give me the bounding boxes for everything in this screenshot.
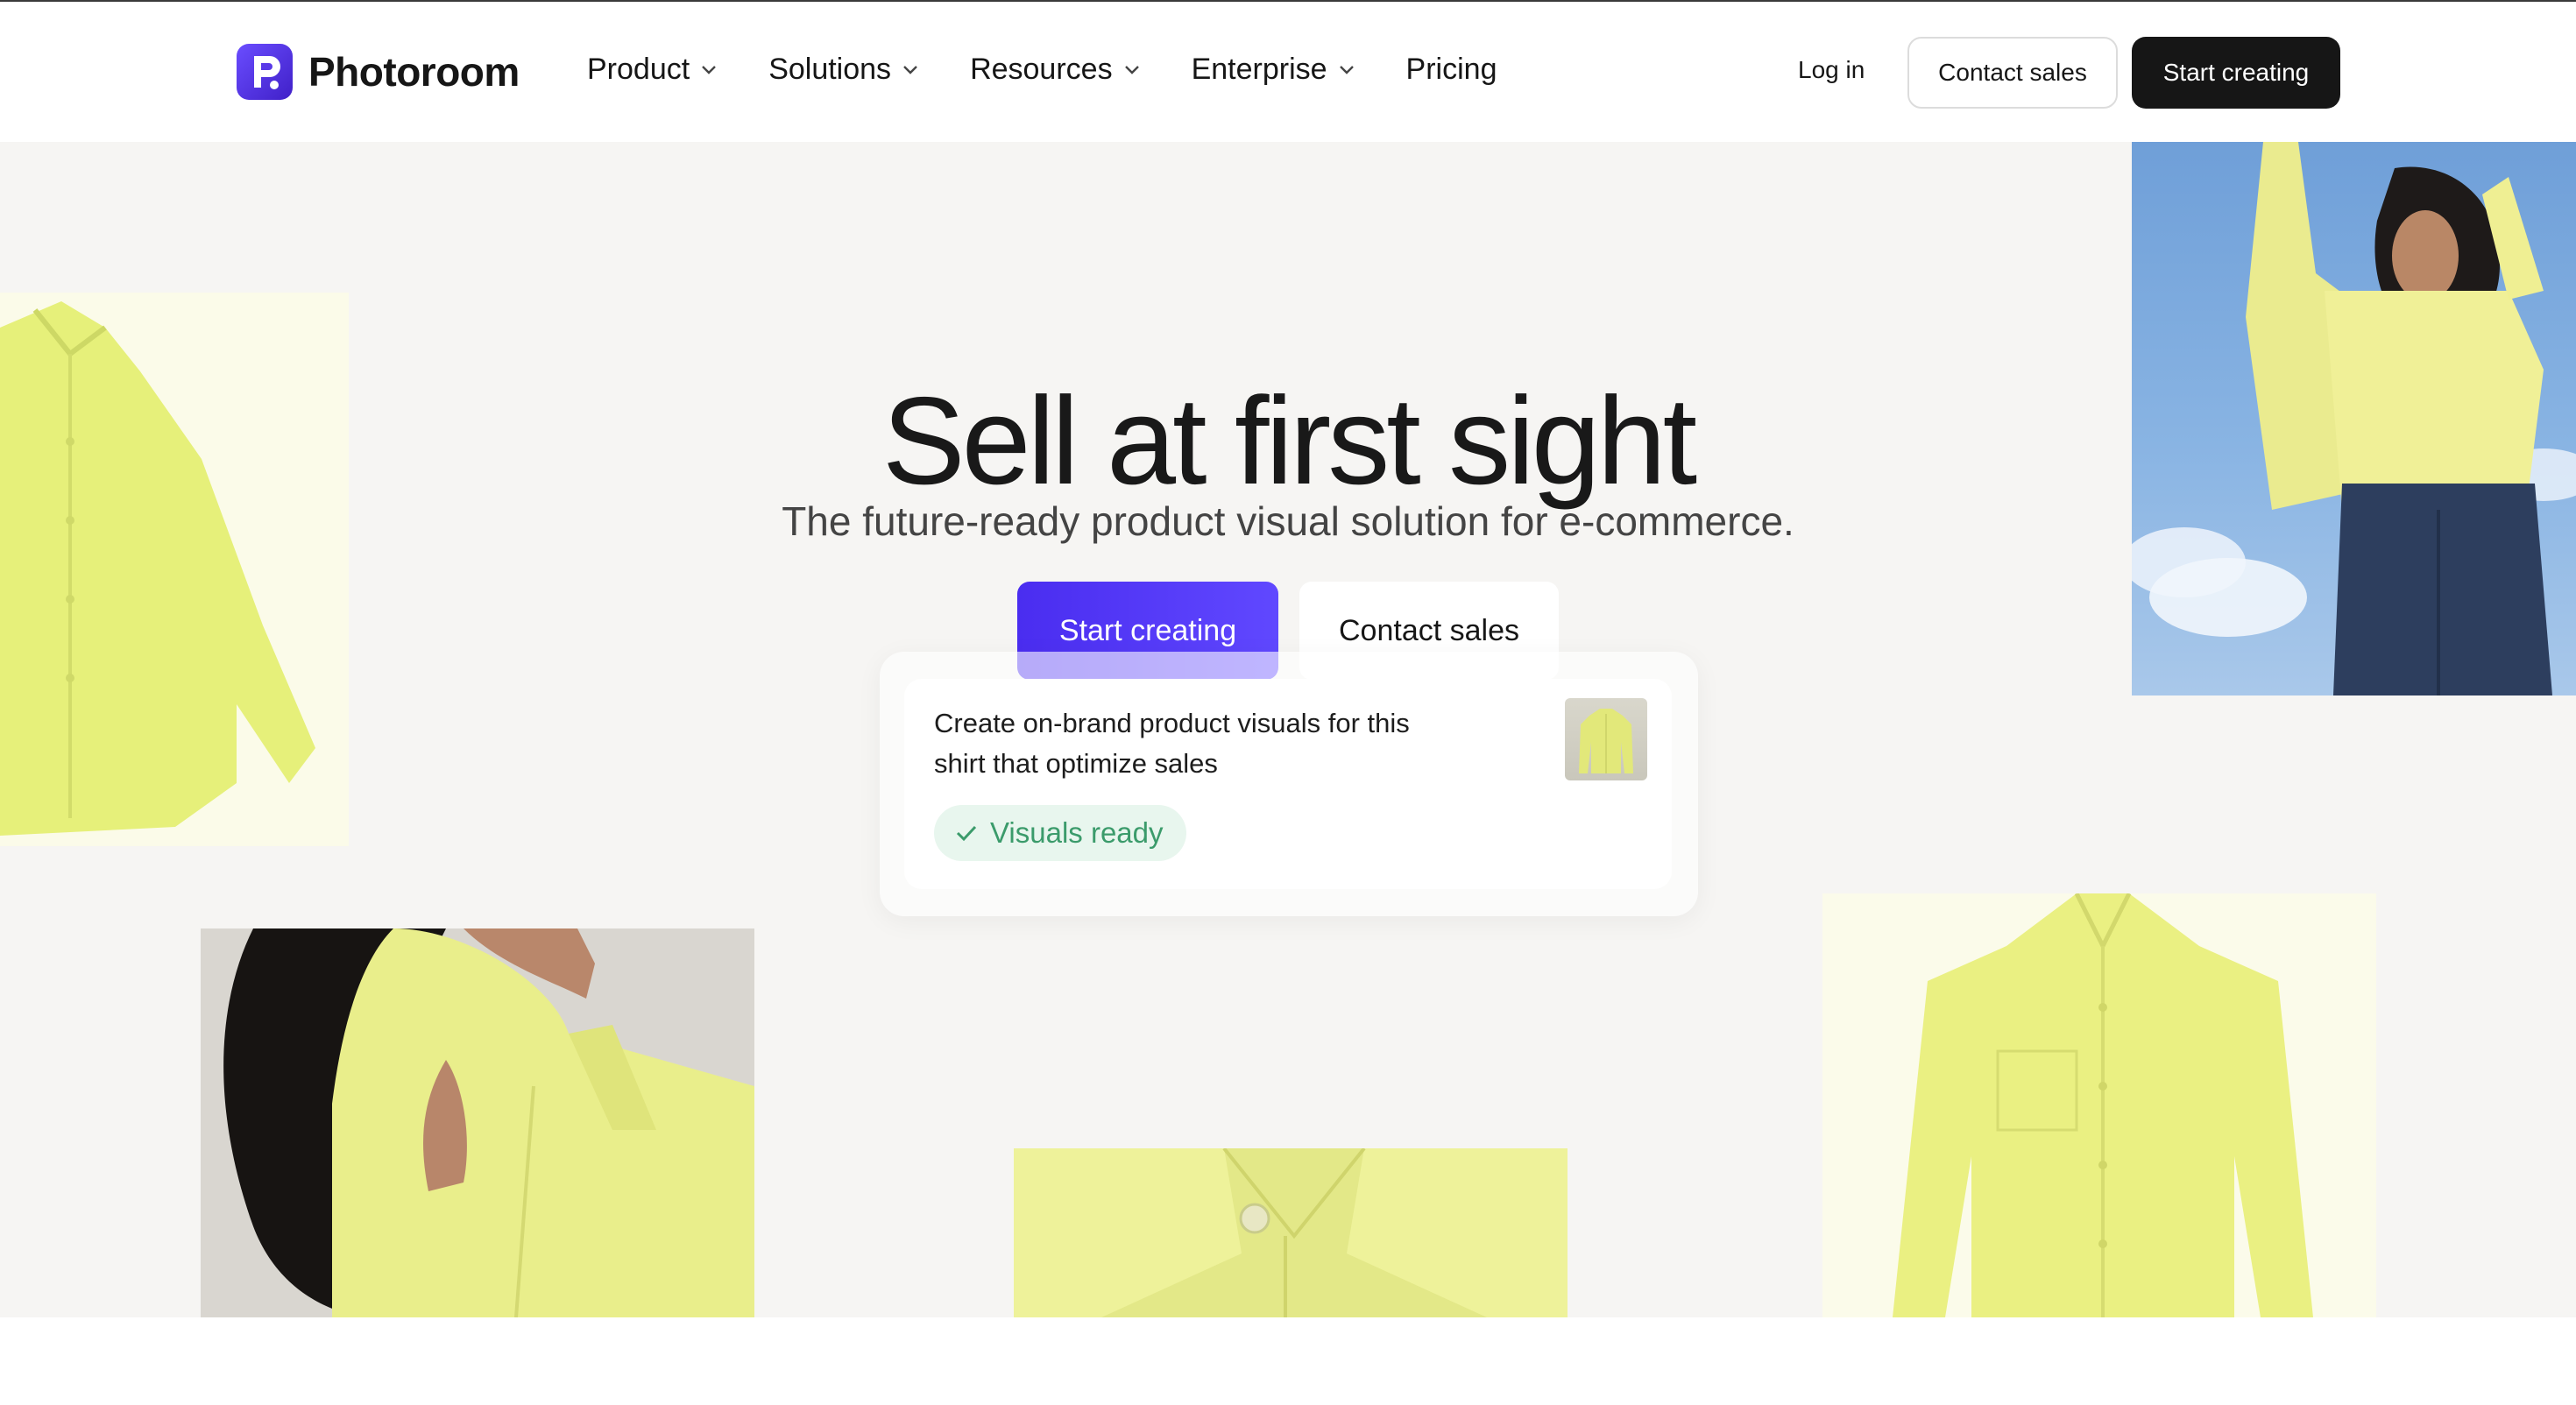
check-icon bbox=[956, 825, 977, 842]
product-detail-collar bbox=[1014, 1148, 1568, 1317]
nav-item-product[interactable]: Product bbox=[587, 53, 718, 87]
chevron-down-icon bbox=[702, 65, 717, 74]
page-bottom-area bbox=[0, 1317, 2576, 1405]
nav-contact-sales-button[interactable]: Contact sales bbox=[1907, 37, 2118, 109]
main-menu: Product Solutions Resources Enterprise P… bbox=[587, 53, 1547, 87]
brand-logo[interactable]: Photoroom bbox=[237, 44, 520, 100]
nav-item-solutions[interactable]: Solutions bbox=[768, 53, 919, 87]
product-photo-shirt-right bbox=[1822, 893, 2376, 1317]
nav-item-enterprise[interactable]: Enterprise bbox=[1192, 53, 1355, 87]
status-label: Visuals ready bbox=[990, 816, 1164, 849]
visuals-ready-badge: Visuals ready bbox=[934, 805, 1186, 861]
nav-item-label: Product bbox=[587, 53, 690, 86]
nav-item-label: Pricing bbox=[1405, 53, 1497, 86]
prompt-shirt-thumbnail bbox=[1565, 698, 1647, 780]
hero-subtitle: The future-ready product visual solution… bbox=[782, 498, 1794, 544]
nav-item-label: Solutions bbox=[768, 53, 892, 86]
chevron-down-icon bbox=[1124, 65, 1139, 74]
prompt-card: Create on-brand product visuals for this… bbox=[904, 679, 1672, 889]
nav-item-label: Resources bbox=[970, 53, 1113, 86]
hero-title: Sell at first sight bbox=[881, 371, 1697, 512]
nav-start-creating-button[interactable]: Start creating bbox=[2132, 37, 2340, 109]
nav-item-label: Enterprise bbox=[1191, 53, 1327, 86]
brand-name: Photoroom bbox=[308, 49, 520, 95]
nav-item-pricing[interactable]: Pricing bbox=[1406, 53, 1497, 87]
photoroom-logo-icon bbox=[237, 44, 293, 100]
chevron-down-icon bbox=[903, 65, 917, 74]
chevron-down-icon bbox=[1339, 65, 1354, 74]
top-navigation: Photoroom Product Solutions Resources En… bbox=[0, 2, 2576, 142]
model-photo-left bbox=[201, 928, 754, 1317]
login-link[interactable]: Log in bbox=[1798, 56, 1865, 84]
prompt-text: Create on-brand product visuals for this… bbox=[934, 708, 1410, 779]
nav-item-resources[interactable]: Resources bbox=[970, 53, 1141, 87]
